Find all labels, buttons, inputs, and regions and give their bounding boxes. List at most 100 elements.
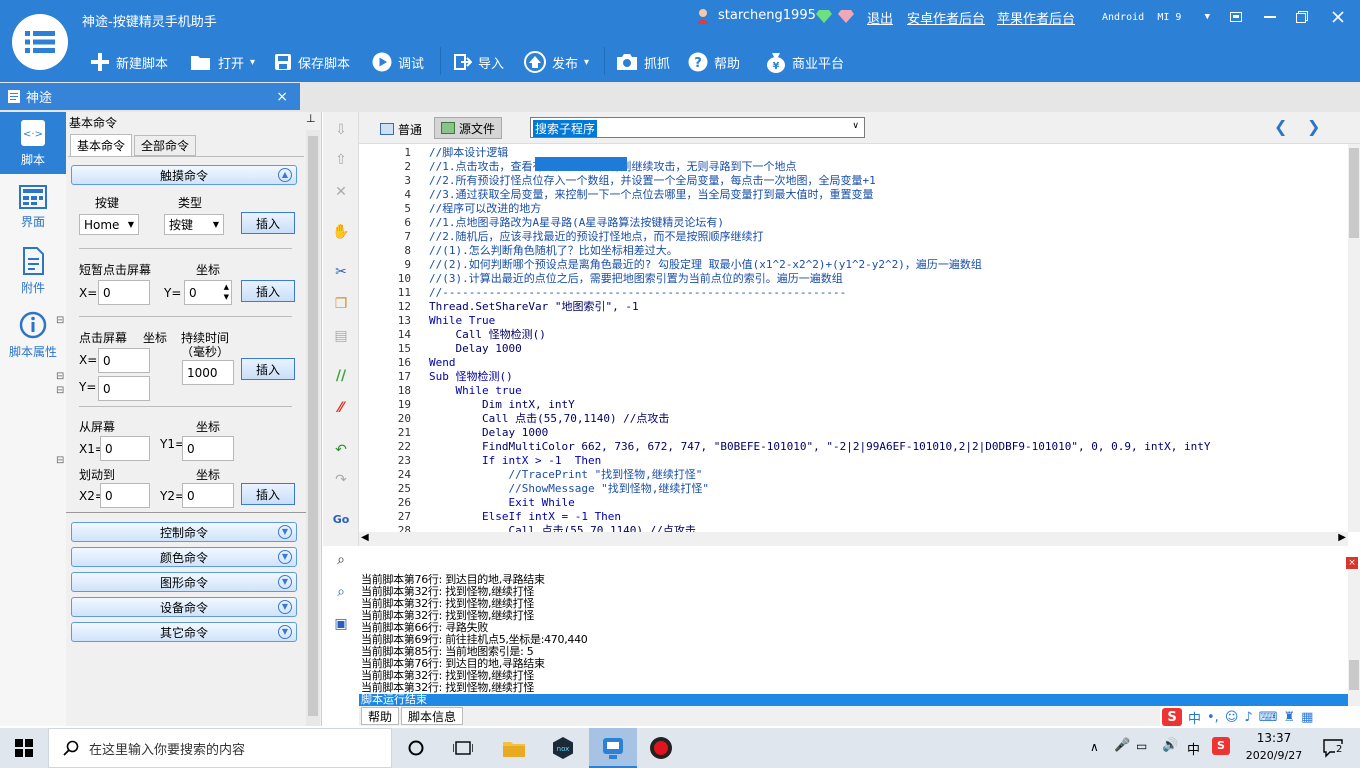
fold-toggle-icon[interactable]: ⊟: [56, 455, 64, 467]
ime-mode[interactable]: 中: [1188, 708, 1201, 727]
spinner-icon[interactable]: ▲ ▼: [224, 282, 229, 302]
section-3[interactable]: 设备命令 ▼: [71, 597, 297, 617]
mode-source-button[interactable]: 源文件: [434, 117, 503, 139]
toolbar-money-bag-button[interactable]: ¥ 商业平台: [766, 50, 844, 74]
section-4[interactable]: 其它命令 ▼: [71, 622, 297, 642]
cortana-button[interactable]: [396, 732, 436, 764]
emoji-icon[interactable]: ☺: [1225, 710, 1239, 725]
panel-scrollbar[interactable]: [306, 130, 320, 726]
swipe-y2-input[interactable]: 0: [182, 483, 234, 508]
uncomment-icon[interactable]: ⁄⁄: [331, 398, 351, 418]
key-select[interactable]: Home ▼: [79, 214, 139, 235]
taskbar-nox[interactable]: nox: [543, 732, 583, 764]
section-1[interactable]: 颜色命令 ▼: [71, 547, 297, 567]
task-view-button[interactable]: [443, 732, 483, 764]
tray-ime[interactable]: 中: [1187, 739, 1200, 758]
maximize-button[interactable]: [1290, 6, 1314, 28]
tab-all-commands[interactable]: 全部命令: [134, 135, 196, 156]
start-button[interactable]: [4, 732, 44, 764]
sogou-icon[interactable]: S: [1162, 708, 1182, 726]
clock-date[interactable]: 2020/9/27: [1240, 749, 1308, 762]
swipe-y1-input[interactable]: 0: [182, 436, 234, 461]
fold-toggle-icon[interactable]: ⊟: [56, 385, 64, 397]
mic-tray-icon[interactable]: 🎤: [1114, 738, 1130, 753]
toolbar-camera-button[interactable]: 抓抓: [616, 50, 670, 74]
scrollbar-thumb[interactable]: [1349, 660, 1359, 690]
code-editor[interactable]: //脚本设计逻辑//1.点击攻击，查看有无怪物血条，有则继续攻击，无则寻路到下一…: [413, 144, 1348, 532]
swipe-x1-input[interactable]: 0: [100, 436, 150, 461]
scrollbar-thumb[interactable]: [1349, 148, 1359, 238]
toolbar-save-button[interactable]: 保存脚本: [274, 50, 350, 74]
toolbar-plus-button[interactable]: 新建脚本: [90, 50, 168, 74]
insert-press-button[interactable]: 插入: [241, 358, 295, 380]
next-icon[interactable]: ❯: [1307, 117, 1320, 136]
subroutine-select[interactable]: 搜索子程序 ∨: [530, 117, 865, 138]
tap-y-input[interactable]: 0 ▲ ▼: [184, 280, 232, 305]
redo-icon[interactable]: ↷: [331, 470, 351, 490]
close-tab-button[interactable]: ×: [276, 89, 288, 105]
taskbar-script-helper[interactable]: [589, 728, 637, 768]
scroll-left-icon[interactable]: ◀: [361, 532, 369, 543]
nav-script[interactable]: <·> 脚本: [0, 112, 66, 174]
swipe-x2-input[interactable]: 0: [100, 483, 150, 508]
goto-icon[interactable]: Go: [331, 510, 351, 530]
section-2[interactable]: 图形命令 ▼: [71, 572, 297, 592]
section-touch[interactable]: 触摸命令 ▲: [71, 165, 297, 185]
hand-icon[interactable]: ✋: [331, 222, 351, 242]
minimize-button[interactable]: [1258, 6, 1282, 28]
scrollbar-thumb[interactable]: [308, 136, 318, 716]
log-scrollbar[interactable]: [1348, 570, 1360, 706]
move-up-icon[interactable]: ⇧: [331, 150, 351, 170]
toolbar-help-button[interactable]: ? 帮助: [688, 50, 740, 74]
toolbox-icon[interactable]: ▦: [1301, 710, 1313, 725]
prev-icon[interactable]: ❮: [1274, 117, 1287, 136]
section-0[interactable]: 控制命令 ▼: [71, 522, 297, 542]
copy-icon[interactable]: ❐: [331, 294, 351, 314]
press-y-input[interactable]: 0: [98, 376, 150, 401]
tab-basic-commands[interactable]: 基本命令: [70, 134, 132, 156]
mic-icon[interactable]: ♪: [1244, 710, 1252, 725]
battery-icon[interactable]: ▭: [1136, 739, 1147, 753]
logout-link[interactable]: 退出: [867, 8, 893, 27]
apple-author-backend-link[interactable]: 苹果作者后台: [997, 8, 1075, 27]
mode-normal-button[interactable]: 普通: [376, 119, 426, 139]
taskbar-file-explorer[interactable]: [494, 732, 534, 764]
fold-toggle-icon[interactable]: ⊟: [56, 371, 64, 383]
app-menu-button[interactable]: [12, 14, 68, 70]
close-log-icon[interactable]: ×: [1346, 557, 1358, 569]
taskbar-record[interactable]: [641, 732, 681, 764]
move-down-icon[interactable]: ⇩: [331, 120, 351, 140]
vip-diamond-icon[interactable]: [816, 10, 832, 23]
nav-layout[interactable]: 界面: [0, 176, 66, 238]
find-icon[interactable]: ⌕: [331, 550, 351, 570]
nav-attachment[interactable]: 附件: [0, 240, 66, 302]
insert-tap-button[interactable]: 插入: [241, 280, 295, 302]
restore-panel-button[interactable]: [1224, 6, 1248, 28]
editor-vertical-scrollbar[interactable]: [1348, 144, 1360, 532]
keyboard-icon[interactable]: ⌨: [1259, 710, 1278, 725]
pin-icon[interactable]: ⊥: [306, 112, 316, 125]
sogou-tray-icon[interactable]: S: [1212, 737, 1230, 755]
tab-help[interactable]: 帮助: [361, 707, 399, 725]
toolbar-import-button[interactable]: 导入: [452, 50, 504, 74]
nav-script-properties[interactable]: 脚本属性: [0, 304, 66, 366]
toolbar-publish-button[interactable]: 发布 ▾: [524, 50, 589, 74]
tray-expand-icon[interactable]: ∧: [1090, 740, 1099, 754]
punctuation-icon[interactable]: •,: [1207, 710, 1219, 725]
clock-time[interactable]: 13:37: [1244, 731, 1304, 745]
press-x-input[interactable]: 0: [98, 348, 150, 373]
taskbar-search[interactable]: 在这里输入你要搜索的内容: [48, 728, 392, 768]
tap-x-input[interactable]: 0: [98, 280, 150, 305]
type-select[interactable]: 按键 ▼: [164, 214, 224, 235]
notification-button[interactable]: 2: [1322, 738, 1344, 761]
toolbar-play-button[interactable]: 调试: [372, 50, 424, 74]
ime-toolbar[interactable]: S 中 •, ☺ ♪ ⌨ ♜ ▦: [1160, 706, 1360, 728]
editor-horizontal-scrollbar[interactable]: ◀ ▶: [359, 532, 1348, 546]
skin-icon[interactable]: ♜: [1283, 710, 1295, 725]
delete-icon[interactable]: ✕: [331, 182, 351, 202]
close-button[interactable]: [1326, 6, 1350, 28]
duration-input[interactable]: 1000: [182, 360, 234, 385]
insert-swipe-button[interactable]: 插入: [241, 483, 295, 505]
volume-icon[interactable]: 🔊: [1162, 738, 1178, 753]
document-tab[interactable]: 神途 ×: [0, 83, 300, 110]
